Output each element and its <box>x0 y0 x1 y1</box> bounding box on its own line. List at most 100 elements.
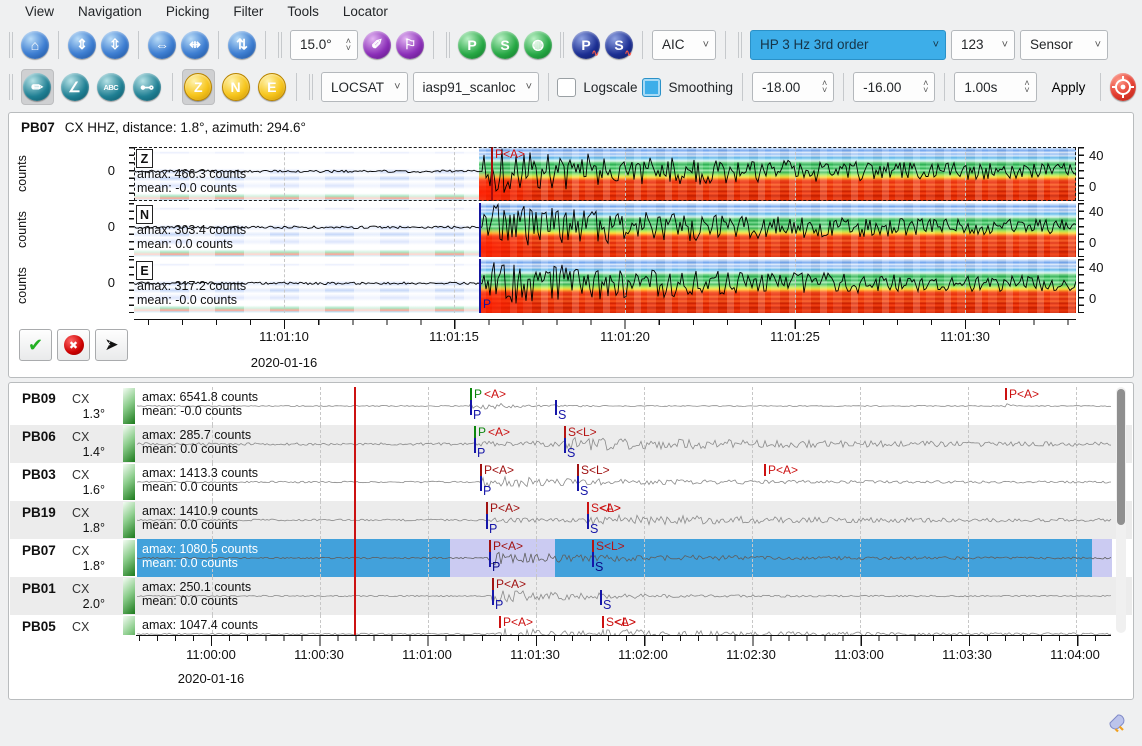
spectrogram-min-spinbox[interactable]: -18.00 ˄˅ <box>752 72 834 102</box>
filter-combobox[interactable]: HP 3 Hz 3rd order ˅ <box>750 30 946 60</box>
distance-tool-button[interactable]: ⊷ <box>133 73 161 101</box>
measure-tool-button[interactable]: ✐ <box>363 31 391 59</box>
station-trace[interactable]: amax: 1047.4 countsP<A>S<A><L> <box>137 615 1108 635</box>
angle-icon: ∠ <box>68 79 81 96</box>
label-tool-button[interactable]: ABC <box>97 73 125 101</box>
y-axis-label: counts <box>15 203 31 257</box>
station-row-PB01[interactable]: PB01CX2.0°amax: 250.1 countsmean: 0.0 co… <box>10 577 1132 615</box>
station-trace[interactable]: amax: 285.7 countsmean: 0.0 countsP<A>PS… <box>137 425 1108 463</box>
trace-plot-N[interactable]: Namax: 303.4 countsmean: 0.0 counts <box>134 203 1076 257</box>
reject-pick-button[interactable]: ✖ <box>57 329 90 361</box>
pick-tick <box>1005 388 1007 400</box>
pick-tick <box>492 590 494 605</box>
vertical-scrollbar[interactable] <box>1116 387 1126 633</box>
picker-station-code: PB07 <box>21 120 55 135</box>
quality-bar <box>123 464 135 500</box>
component-n-button[interactable]: N <box>222 73 250 101</box>
station-rows: PB09CX1.3°amax: 6541.8 countsmean: -0.0 … <box>10 387 1132 635</box>
profile-combobox[interactable]: iasp91_scanloc ˅ <box>413 72 539 102</box>
toolbar-handle[interactable] <box>446 32 450 58</box>
time-tick-label: 11:01:00 <box>382 647 472 662</box>
apply-button[interactable]: Apply <box>1042 76 1096 99</box>
sensor-combobox[interactable]: Sensor ˅ <box>1020 30 1108 60</box>
scrollbar-thumb[interactable] <box>1117 389 1125 525</box>
locator-combobox[interactable]: LOCSAT ˅ <box>321 72 407 102</box>
origin-time-line <box>354 539 356 577</box>
amplitude-fit-button[interactable]: ⇳ <box>101 31 129 59</box>
station-trace[interactable]: amax: 6541.8 countsmean: -0.0 countsP<A>… <box>137 387 1108 425</box>
amplitude-unit-combobox[interactable]: 123 ˅ <box>951 30 1015 60</box>
station-trace[interactable]: amax: 1413.3 countsmean: 0.0 countsP<A>P… <box>137 463 1108 501</box>
spinner-arrows-icon[interactable]: ˄˅ <box>338 38 351 52</box>
time-zoom-button[interactable]: ⇔ <box>148 31 176 59</box>
pick-line[interactable] <box>479 203 481 257</box>
station-row-PB06[interactable]: PB06CX1.4°amax: 285.7 countsmean: 0.0 co… <box>10 425 1132 463</box>
station-network: CX <box>72 506 89 520</box>
pick-tick <box>486 514 488 529</box>
station-trace[interactable]: amax: 1080.5 countsmean: 0.0 countsP<A>P… <box>137 539 1108 577</box>
accept-pick-button[interactable]: ✔ <box>19 329 52 361</box>
component-e-button[interactable]: E <box>258 73 286 101</box>
pick-p-button[interactable]: P <box>458 31 486 59</box>
toolbar-handle[interactable] <box>309 74 313 100</box>
logscale-checkbox[interactable] <box>557 78 576 97</box>
pick-phase-label: P <box>495 598 503 612</box>
station-row-PB03[interactable]: PB03CX1.6°amax: 1413.3 countsmean: 0.0 c… <box>10 463 1132 501</box>
station-row-PB09[interactable]: PB09CX1.3°amax: 6541.8 countsmean: -0.0 … <box>10 387 1132 425</box>
station-row-PB19[interactable]: PB19CX1.8°amax: 1410.9 countsmean: 0.0 c… <box>10 501 1132 539</box>
station-trace[interactable]: amax: 250.1 countsmean: 0.0 countsP<A>PS <box>137 577 1108 615</box>
menu-tools[interactable]: Tools <box>276 2 330 21</box>
show-p-arrivals-button[interactable]: P∿ <box>572 31 600 59</box>
angle-tool-button[interactable]: ∠ <box>61 73 89 101</box>
spinner-arrows-icon[interactable]: ˄˅ <box>1016 80 1029 94</box>
toolbar-handle[interactable] <box>738 32 742 58</box>
skip-trace-button[interactable]: ➤✕ <box>95 329 128 361</box>
quality-bar <box>123 540 135 576</box>
toolbar-handle[interactable] <box>9 32 13 58</box>
annotate-tool-button[interactable]: ⚐ <box>396 31 424 59</box>
pick-line[interactable]: P<A> <box>491 147 493 201</box>
time-step-spinbox[interactable]: 1.00s ˄˅ <box>954 72 1036 102</box>
trace-plot-Z[interactable]: P<A>Zamax: 466.3 countsmean: -0.0 counts <box>134 147 1076 201</box>
menu-view[interactable]: View <box>14 2 65 21</box>
station-trace[interactable]: amax: 1410.9 countsmean: 0.0 countsP<A>P… <box>137 501 1108 539</box>
menu-filter[interactable]: Filter <box>222 2 274 21</box>
spinner-arrows-icon[interactable]: ˄˅ <box>814 80 827 94</box>
station-amax: amax: 1080.5 counts <box>142 542 258 556</box>
smoothing-checkbox[interactable] <box>642 78 661 97</box>
show-s-arrivals-button[interactable]: S∿ <box>605 31 633 59</box>
commit-target-button[interactable] <box>1110 73 1136 101</box>
logscale-checkbox-label[interactable]: Logscale <box>557 78 637 97</box>
home-button[interactable]: ⌂ <box>21 31 49 59</box>
station-distance: 2.0° <box>83 597 105 611</box>
pick-tick <box>489 540 491 552</box>
menu-locator[interactable]: Locator <box>332 2 399 21</box>
toolbar-handle[interactable] <box>9 74 13 100</box>
station-code: PB01 <box>22 581 56 596</box>
toolbar-navigation: ⌂ ⇕ ⇳ ⇔ ⇹ ⇅ 15.0° ˄˅ ✐ ⚐ P S ◍ P∿ S∿ AIC… <box>0 23 1142 66</box>
toolbar-handle[interactable] <box>278 32 282 58</box>
edit-picks-button[interactable]: ✏ <box>23 73 51 101</box>
spectrogram-max-spinbox[interactable]: -16.00 ˄˅ <box>853 72 935 102</box>
pick-line[interactable]: P <box>479 259 481 313</box>
menu-navigation[interactable]: Navigation <box>67 2 153 21</box>
trace-plot-E[interactable]: PEamax: 317.2 countsmean: -0.0 counts <box>134 259 1076 313</box>
s-waveform-icon: S <box>614 37 623 53</box>
time-tick-label: 11:01:10 <box>239 329 329 344</box>
station-amax: amax: 250.1 counts <box>142 580 251 594</box>
toolbar-handle[interactable] <box>560 32 564 58</box>
time-tick-label: 11:02:30 <box>706 647 796 662</box>
reset-view-button[interactable]: ⇅ <box>228 31 256 59</box>
menu-picking[interactable]: Picking <box>155 2 221 21</box>
relocate-button[interactable]: ◍ <box>524 31 552 59</box>
station-row-PB05[interactable]: PB05CXamax: 1047.4 countsP<A>S<A><L> <box>10 615 1132 635</box>
time-fit-button[interactable]: ⇹ <box>181 31 209 59</box>
spinner-arrows-icon[interactable]: ˄˅ <box>915 80 928 94</box>
pick-s-button[interactable]: S <box>491 31 519 59</box>
angle-spinbox[interactable]: 15.0° ˄˅ <box>290 30 358 60</box>
smoothing-checkbox-label[interactable]: Smoothing <box>642 78 733 97</box>
amplitude-zoom-button[interactable]: ⇕ <box>68 31 96 59</box>
picker-algorithm-combobox[interactable]: AIC ˅ <box>652 30 716 60</box>
station-row-PB07[interactable]: PB07CX1.8°amax: 1080.5 countsmean: 0.0 c… <box>10 539 1132 577</box>
component-z-button[interactable]: Z <box>184 73 212 101</box>
